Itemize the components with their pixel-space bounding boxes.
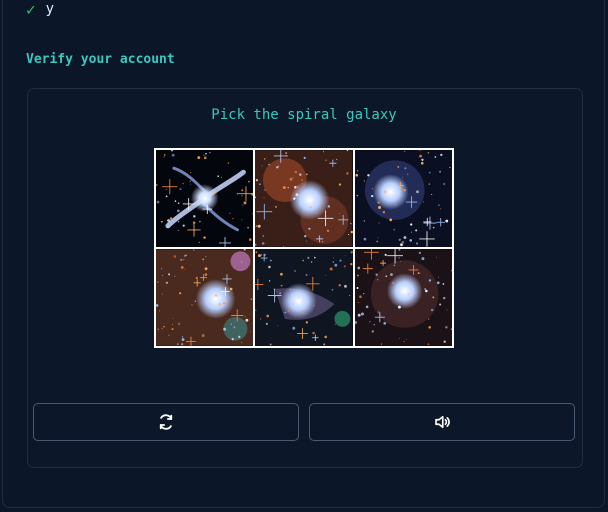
section-title: Verify your account (26, 52, 175, 67)
refresh-icon (159, 414, 173, 430)
status-text: y (45, 1, 55, 17)
captcha-image-grid (154, 148, 454, 348)
captcha-tile[interactable] (354, 150, 452, 247)
spiral-galaxy-image (156, 150, 254, 247)
speaker-icon (435, 415, 450, 429)
captcha-tile[interactable] (354, 249, 452, 346)
captcha-tile[interactable] (255, 150, 353, 247)
galaxy-image (354, 249, 452, 346)
refresh-button[interactable] (33, 403, 299, 441)
captcha-tile[interactable] (255, 249, 353, 346)
galaxy-image (156, 249, 254, 346)
galaxy-image (255, 150, 353, 247)
audio-challenge-button[interactable] (309, 403, 575, 441)
status-line: ✓ y (26, 0, 55, 19)
check-icon: ✓ (26, 0, 36, 19)
galaxy-image (255, 249, 353, 346)
captcha-tile[interactable] (156, 249, 254, 346)
galaxy-image (354, 150, 452, 247)
captcha-tile-spiral[interactable] (156, 150, 254, 247)
captcha-prompt: Pick the spiral galaxy (211, 107, 397, 123)
